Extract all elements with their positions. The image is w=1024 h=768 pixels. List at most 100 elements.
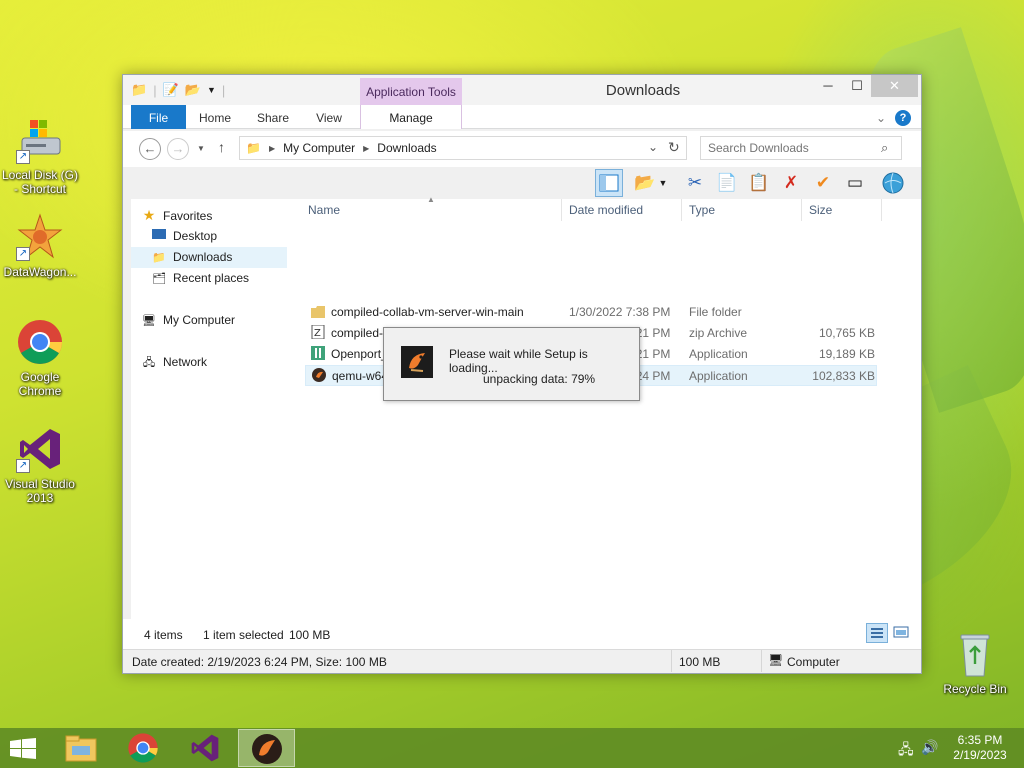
breadcrumb-downloads[interactable]: Downloads [377, 141, 436, 155]
navigation-pane: ★ Favorites Desktop 📁 Downloads 🗂 Recent pl… [131, 199, 301, 619]
tab-file[interactable]: File [131, 105, 186, 129]
tab-share[interactable]: Share [251, 105, 295, 129]
datawagon-icon: ↗ [16, 213, 64, 261]
desktop-icon-local-disk[interactable]: ↗ Local Disk (G) - Shortcut [0, 116, 80, 196]
large-icons-view-icon [893, 626, 909, 638]
nav-desktop[interactable]: Desktop [151, 226, 307, 247]
maximize-button[interactable]: ☐ [842, 75, 872, 97]
taskbar-visual-studio[interactable] [176, 729, 233, 767]
desktop-icon-chrome[interactable]: Google Chrome [0, 318, 80, 398]
nav-network[interactable]: 🖧 Network [141, 352, 297, 373]
visual-studio-icon: ↗ [16, 425, 64, 473]
file-type: File folder [689, 305, 742, 319]
application-tools-group: Application Tools [360, 78, 462, 105]
start-button[interactable] [0, 729, 46, 767]
tab-home[interactable]: Home [193, 105, 237, 129]
qemu-setup-icon [401, 346, 433, 378]
taskbar: 🖧 🔊 6:35 PM 2/19/2023 [0, 728, 1024, 768]
desktop-icon-label: Google Chrome [18, 370, 62, 398]
cut-icon[interactable]: ✂ [681, 169, 709, 197]
chevron-down-icon[interactable]: ▼ [207, 85, 216, 95]
quick-access-toolbar: 📁 | 📝 📂 ▼ | [131, 82, 226, 98]
title-bar: 📁 | 📝 📂 ▼ | Application Tools Downloads … [123, 75, 921, 105]
status-bar: 4 items 1 item selected 100 MB [123, 619, 921, 649]
ribbon-expand-chevron-icon[interactable]: ⌄ [873, 105, 889, 129]
taskbar-chrome[interactable] [114, 729, 171, 767]
ribbon-tabs: File Home Share View ⌄ ? [123, 105, 921, 129]
qemu-setup-icon [251, 734, 282, 764]
clock[interactable]: 6:35 PM 2/19/2023 [940, 733, 1020, 763]
rename-icon[interactable]: ▭ [841, 169, 869, 197]
address-row: ← → ▼ ↑ 📁 ▶ My Computer ▶ Downloads ⌄ ↻ … [123, 131, 921, 167]
desktop-icon-label: Visual Studio 2013 [5, 477, 75, 505]
network-icon: 🖧 [142, 357, 156, 369]
visual-studio-icon [191, 734, 218, 762]
file-date: 1/30/2022 7:38 PM [569, 305, 671, 319]
address-bar[interactable]: 📁 ▶ My Computer ▶ Downloads ⌄ ↻ [239, 136, 687, 160]
folder-icon [311, 304, 325, 318]
up-button[interactable]: ↑ [218, 139, 225, 155]
star-icon: ★ [142, 207, 156, 223]
copy-icon[interactable]: 📄 [713, 169, 741, 197]
delete-icon[interactable]: ✗ [777, 169, 805, 197]
minimize-button[interactable]: ─ [813, 75, 843, 97]
desktop-icon-label: DataWagon... [3, 265, 77, 279]
desktop-icon-datawagon[interactable]: ↗ DataWagon... [0, 213, 80, 279]
desktop-icon-label: Recycle Bin [943, 682, 1007, 696]
details-view-button[interactable] [866, 623, 888, 643]
nav-favorites[interactable]: ★ Favorites [141, 205, 297, 226]
command-toolbar: 📂 ▼ ✂ 📄 📋 ✗ ✔ ▭ [123, 167, 921, 199]
network-tray-icon[interactable]: 🖧 [898, 739, 914, 763]
details-view-icon [871, 628, 883, 638]
checkmark-icon[interactable]: ✔ [809, 169, 837, 197]
column-header-size[interactable]: Size [809, 203, 832, 217]
tab-view[interactable]: View [307, 105, 351, 129]
desktop-icon-visual-studio[interactable]: ↗ Visual Studio 2013 [0, 425, 80, 505]
help-icon[interactable]: ? [895, 110, 911, 126]
chrome-icon [127, 733, 158, 763]
globe-icon[interactable] [879, 169, 907, 197]
desktop-icon-label: Local Disk (G) - Shortcut [1, 168, 78, 196]
breadcrumb-my-computer[interactable]: My Computer [283, 141, 355, 155]
chrome-icon [16, 318, 64, 366]
file-explorer-icon [65, 735, 96, 762]
drive-icon: ↗ [16, 116, 64, 164]
address-dropdown-chevron-icon[interactable]: ⌄ [648, 140, 658, 154]
search-box: ⌕ [700, 136, 902, 160]
clock-time: 6:35 PM [957, 733, 1003, 747]
paste-icon[interactable]: 📋 [745, 169, 773, 197]
details-text: Date created: 2/19/2023 6:24 PM, Size: 1… [132, 655, 387, 669]
tab-manage[interactable]: Manage [360, 105, 462, 129]
breadcrumb-separator-icon: ▶ [268, 143, 276, 153]
close-button[interactable]: ✕ [871, 75, 918, 97]
setup-progress-text: unpacking data: 79% [483, 372, 596, 386]
preview-pane-icon[interactable] [595, 169, 623, 197]
computer-icon: 🖥 [142, 315, 156, 327]
recent-locations-chevron-icon[interactable]: ▼ [197, 144, 205, 153]
column-header-type[interactable]: Type [689, 203, 715, 217]
folder-icon[interactable]: 📁 [131, 82, 147, 98]
table-row[interactable]: compiled-collab-vm-server-win-main 1/30/… [305, 302, 877, 323]
selected-size: 100 MB [289, 628, 331, 642]
folder-options-icon[interactable]: 📂 [631, 169, 659, 197]
properties-icon[interactable]: 📝 [163, 82, 179, 98]
new-folder-icon[interactable]: 📂 [185, 82, 201, 98]
desktop-icon-recycle-bin[interactable]: Recycle Bin [935, 630, 1015, 696]
forward-button[interactable]: → [167, 138, 189, 160]
large-icons-view-button[interactable] [891, 623, 913, 643]
search-icon[interactable]: ⌕ [881, 140, 888, 156]
refresh-icon[interactable]: ↻ [668, 139, 680, 156]
volume-icon[interactable]: 🔊 [921, 739, 938, 756]
search-input[interactable] [708, 138, 878, 158]
options-chevron-icon[interactable]: ▼ [657, 169, 669, 197]
nav-recent-places[interactable]: 🗂 Recent places [151, 268, 307, 289]
column-header-name[interactable]: Name [308, 203, 340, 217]
taskbar-qemu-setup[interactable] [238, 729, 295, 767]
nav-downloads[interactable]: 📁 Downloads [131, 247, 287, 268]
nav-my-computer[interactable]: 🖥 My Computer [141, 310, 297, 331]
column-header-date[interactable]: Date modified [569, 203, 643, 217]
taskbar-file-explorer[interactable] [52, 729, 109, 767]
back-button[interactable]: ← [139, 138, 161, 160]
computer-icon: 🖥 [768, 653, 784, 667]
location-text: Computer [787, 655, 840, 669]
